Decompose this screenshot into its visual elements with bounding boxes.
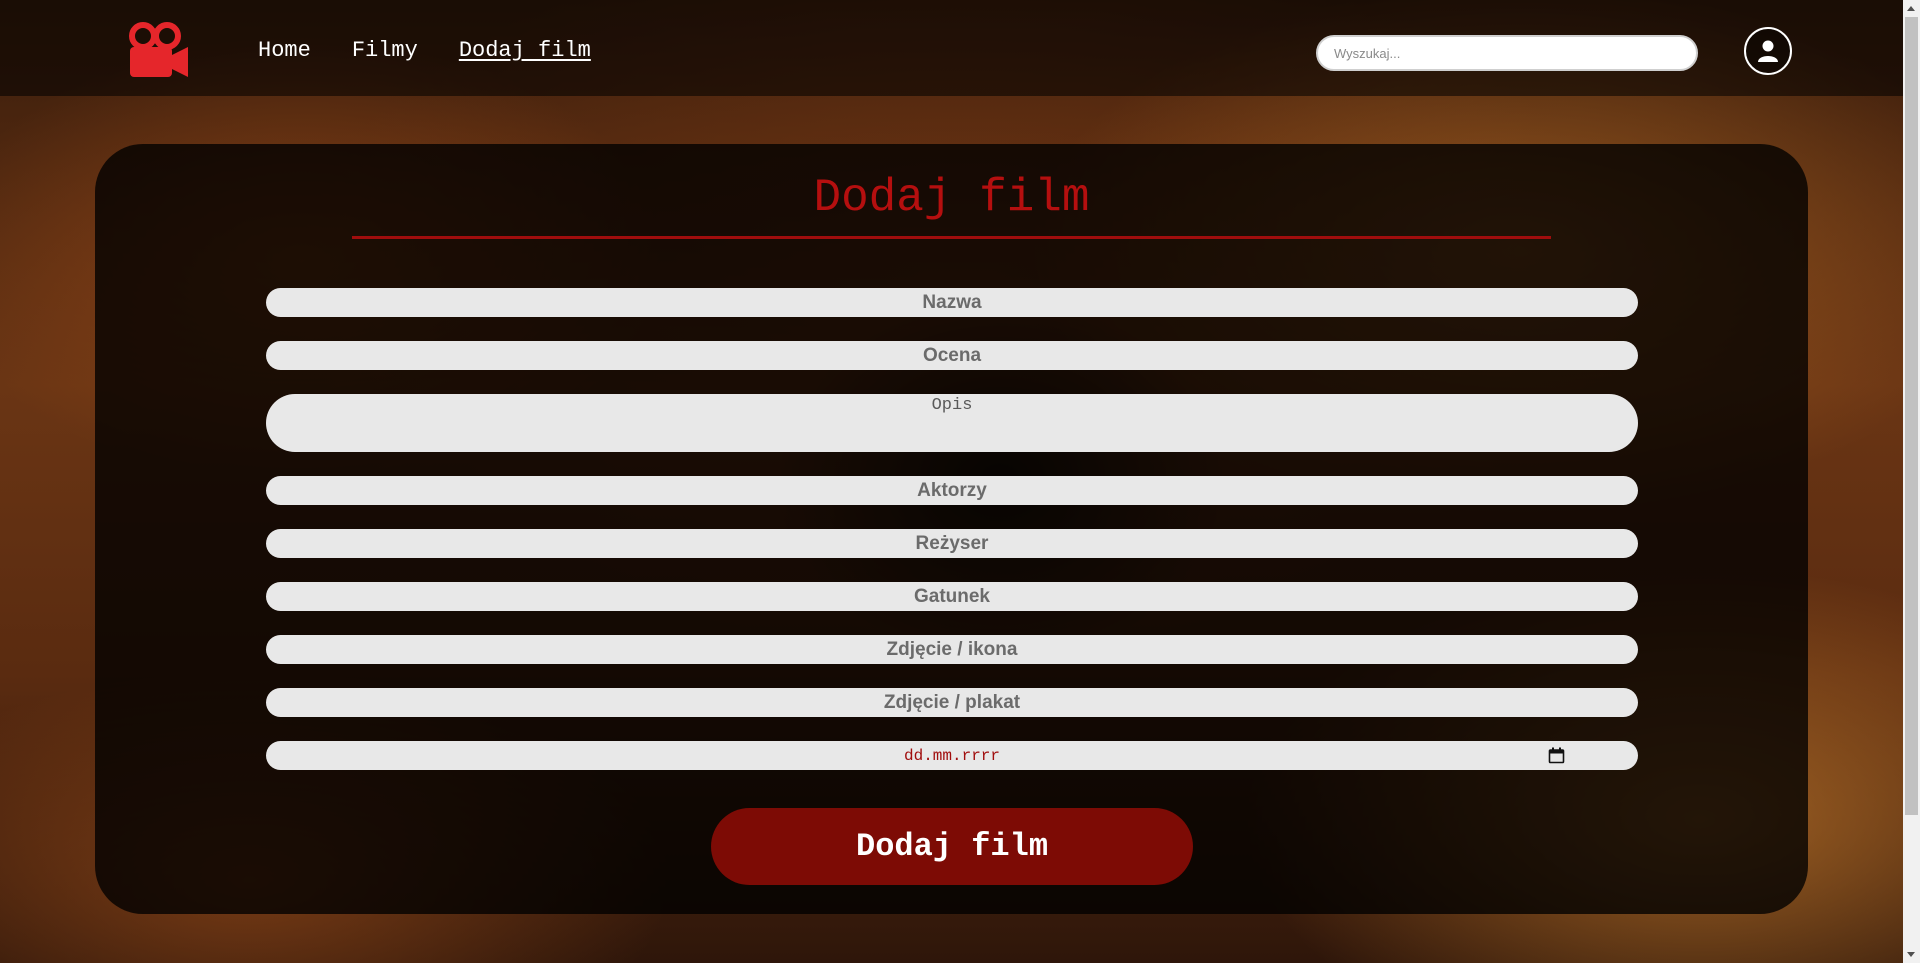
main-nav: Home Filmy Dodaj film xyxy=(258,38,591,63)
profile-button[interactable] xyxy=(1744,27,1792,75)
release-date-field[interactable]: dd.mm.rrrr xyxy=(266,741,1638,770)
title-divider xyxy=(352,236,1551,239)
film-camera-icon[interactable] xyxy=(128,22,190,78)
scroll-thumb[interactable] xyxy=(1905,17,1918,815)
add-film-form-panel: Dodaj film dd.mm.rrrr Dodaj film xyxy=(95,144,1808,914)
name-field[interactable] xyxy=(266,288,1638,317)
nav-link-dodaj-film[interactable]: Dodaj film xyxy=(459,38,591,63)
icon-image-field[interactable] xyxy=(266,635,1638,664)
director-field[interactable] xyxy=(266,529,1638,558)
description-field[interactable] xyxy=(266,394,1638,452)
actors-field[interactable] xyxy=(266,476,1638,505)
nav-link-filmy[interactable]: Filmy xyxy=(352,38,418,63)
calendar-icon[interactable] xyxy=(1548,747,1565,764)
scroll-down-icon[interactable] xyxy=(1907,952,1915,957)
search-input[interactable] xyxy=(1316,35,1698,71)
vertical-scrollbar[interactable] xyxy=(1903,0,1920,963)
genre-field[interactable] xyxy=(266,582,1638,611)
top-navbar: Home Filmy Dodaj film xyxy=(0,0,1903,96)
form-title: Dodaj film xyxy=(813,172,1090,224)
add-film-submit-button[interactable]: Dodaj film xyxy=(711,808,1193,885)
poster-image-field[interactable] xyxy=(266,688,1638,717)
rating-field[interactable] xyxy=(266,341,1638,370)
user-icon xyxy=(1758,40,1778,62)
nav-link-home[interactable]: Home xyxy=(258,38,311,63)
scroll-up-icon[interactable] xyxy=(1907,6,1915,11)
date-placeholder: dd.mm.rrrr xyxy=(903,747,1000,765)
